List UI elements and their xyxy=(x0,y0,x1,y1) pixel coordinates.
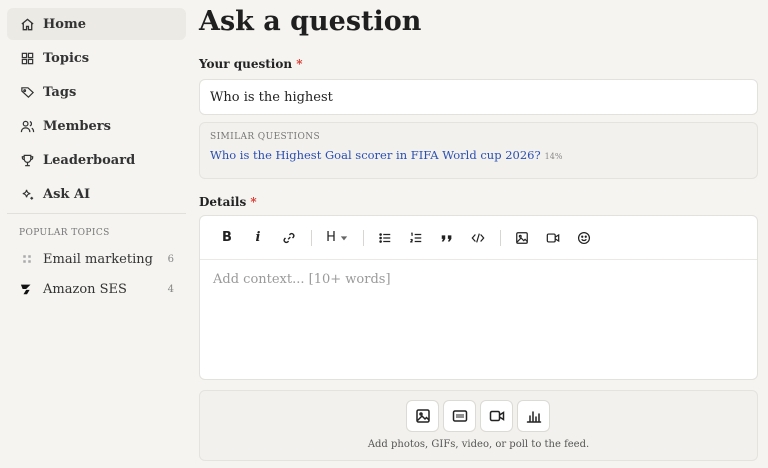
similar-question-match: 14% xyxy=(544,152,563,161)
add-photo-button[interactable] xyxy=(406,400,439,432)
editor-toolbar: B i H xyxy=(200,216,757,260)
details-label: Details * xyxy=(199,195,257,209)
bullet-list-button[interactable] xyxy=(372,225,398,251)
add-poll-button[interactable] xyxy=(517,400,550,432)
required-mark: * xyxy=(296,57,303,71)
sidebar: Home Topics Tags Members Leaderboard Ask… xyxy=(0,0,190,468)
video-icon xyxy=(546,232,560,243)
details-label-text: Details xyxy=(199,195,247,209)
trophy-icon xyxy=(19,152,35,168)
bold-button[interactable]: B xyxy=(214,225,240,251)
sidebar-divider xyxy=(7,213,186,214)
numbered-list-icon xyxy=(410,232,422,243)
add-gif-button[interactable] xyxy=(443,400,476,432)
quote-icon xyxy=(441,234,452,241)
image-icon xyxy=(516,231,528,244)
toolbar-separator xyxy=(363,229,364,246)
video-icon xyxy=(489,410,504,422)
details-editor: B i H xyxy=(199,215,758,380)
topic-label: Email marketing xyxy=(43,251,153,267)
insert-emoji-button[interactable] xyxy=(571,225,597,251)
toolbar-separator xyxy=(500,229,501,246)
heading-label: H xyxy=(326,230,336,245)
popular-topics-heading: POPULAR TOPICS xyxy=(19,228,110,238)
media-attach-panel: Add photos, GIFs, video, or poll to the … xyxy=(199,390,758,461)
sidebar-item-members[interactable]: Members xyxy=(7,110,186,142)
insert-image-button[interactable] xyxy=(509,225,535,251)
smiley-icon xyxy=(577,231,591,244)
code-icon xyxy=(471,232,485,243)
sidebar-topic-email-marketing[interactable]: Email marketing 6 xyxy=(7,246,186,272)
sidebar-item-label: Tags xyxy=(43,84,77,100)
grid-icon xyxy=(19,50,35,66)
sidebar-item-ask-ai[interactable]: Ask AI xyxy=(7,178,186,210)
question-input[interactable] xyxy=(199,79,758,115)
bullet-list-icon xyxy=(379,232,391,243)
photo-icon xyxy=(415,409,430,423)
required-mark: * xyxy=(250,195,257,209)
question-label: Your question * xyxy=(199,57,303,71)
gif-icon xyxy=(452,410,467,422)
topic-count: 6 xyxy=(167,253,174,265)
amazon-ses-logo-icon xyxy=(19,281,35,297)
poll-chart-icon xyxy=(526,411,541,423)
link-button[interactable] xyxy=(276,225,302,251)
email-marketing-icon xyxy=(19,251,35,267)
sidebar-item-label: Ask AI xyxy=(43,186,91,202)
link-icon xyxy=(283,232,295,243)
tag-icon xyxy=(19,84,35,100)
numbered-list-button[interactable] xyxy=(403,225,429,251)
sidebar-item-leaderboard[interactable]: Leaderboard xyxy=(7,144,186,176)
users-icon xyxy=(19,118,35,134)
code-button[interactable] xyxy=(465,225,491,251)
media-caption: Add photos, GIFs, video, or poll to the … xyxy=(367,439,590,450)
italic-button[interactable]: i xyxy=(245,225,271,251)
similar-question-text: Who is the Highest Goal scorer in FIFA W… xyxy=(210,148,541,162)
sidebar-item-home[interactable]: Home xyxy=(7,8,186,40)
topic-count: 4 xyxy=(167,283,174,295)
sparkle-icon xyxy=(19,186,35,202)
sidebar-item-label: Home xyxy=(43,16,86,32)
question-label-text: Your question xyxy=(199,57,293,71)
similar-questions-panel: SIMILAR QUESTIONS Who is the Highest Goa… xyxy=(199,122,758,179)
add-video-button[interactable] xyxy=(480,400,513,432)
details-textarea[interactable] xyxy=(200,260,757,378)
quote-button[interactable] xyxy=(434,225,460,251)
topic-label: Amazon SES xyxy=(43,281,127,297)
chevron-down-icon xyxy=(340,235,348,240)
insert-video-button[interactable] xyxy=(540,225,566,251)
toolbar-separator xyxy=(311,229,312,246)
sidebar-topic-amazon-ses[interactable]: Amazon SES 4 xyxy=(7,276,186,302)
sidebar-item-label: Topics xyxy=(43,50,90,66)
page-title: Ask a question xyxy=(199,6,422,37)
sidebar-item-label: Members xyxy=(43,118,111,134)
sidebar-item-label: Leaderboard xyxy=(43,152,136,168)
similar-question-link[interactable]: Who is the Highest Goal scorer in FIFA W… xyxy=(210,148,562,162)
home-icon xyxy=(19,16,35,32)
heading-dropdown[interactable]: H xyxy=(320,225,354,251)
sidebar-item-tags[interactable]: Tags xyxy=(7,76,186,108)
sidebar-item-topics[interactable]: Topics xyxy=(7,42,186,74)
media-buttons xyxy=(406,400,550,432)
similar-questions-heading: SIMILAR QUESTIONS xyxy=(210,132,321,142)
